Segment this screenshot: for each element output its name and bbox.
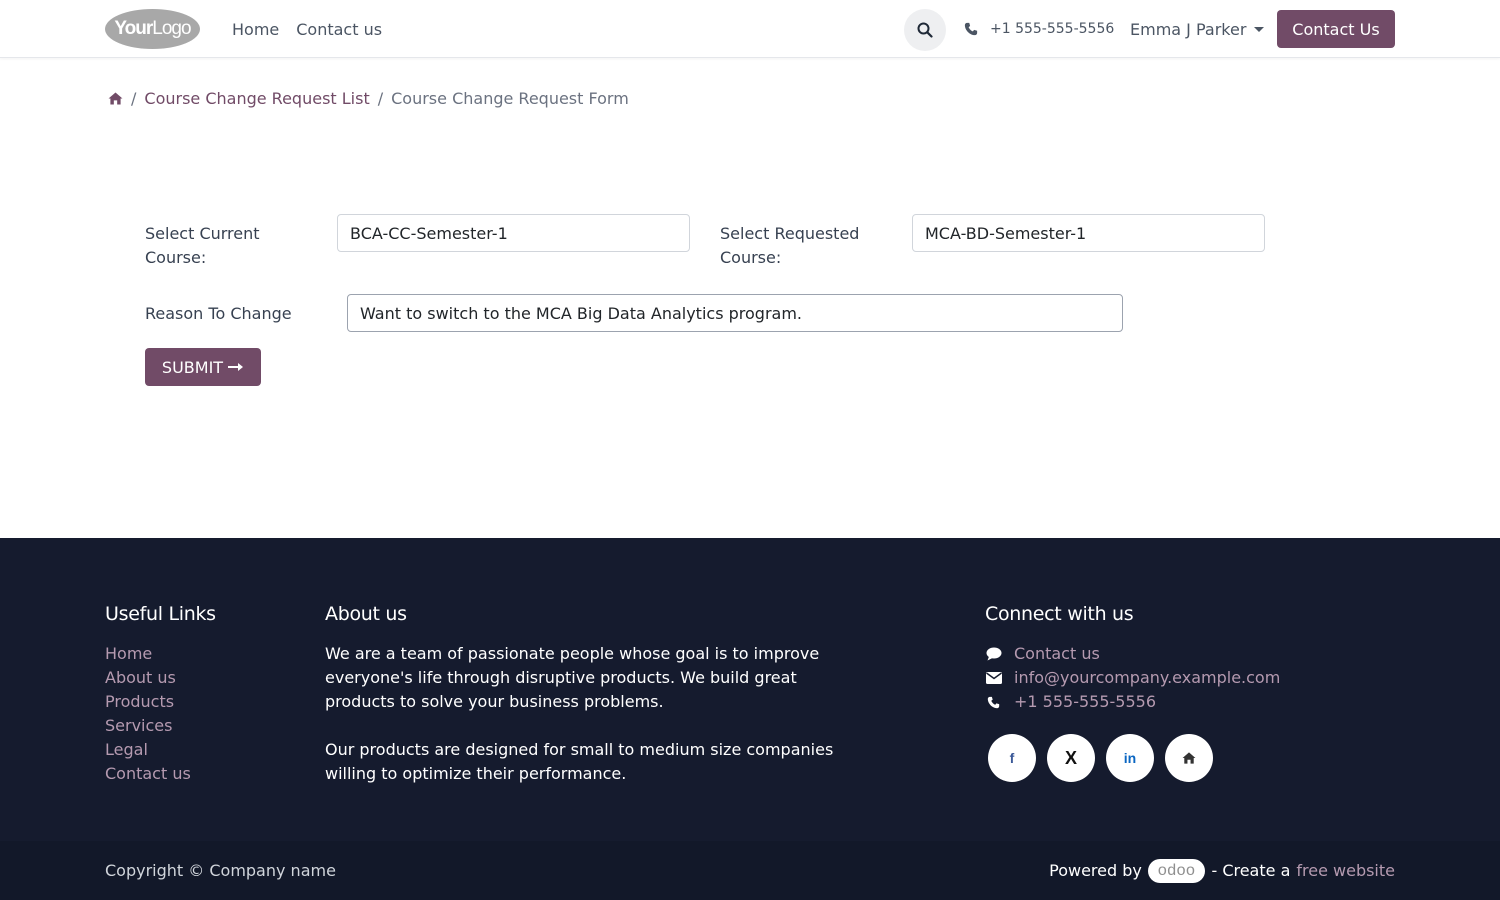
reason-label: Reason To Change [145, 304, 292, 323]
reason-input[interactable]: Want to switch to the MCA Big Data Analy… [347, 294, 1123, 332]
about-paragraph-1: We are a team of passionate people whose… [325, 644, 820, 711]
connect-title: Connect with us [985, 603, 1134, 625]
user-name: Emma J Parker [1130, 19, 1247, 39]
breadcrumb: / Course Change Request List / Course Ch… [108, 87, 629, 109]
site-header: YourLogo Home Contact us +1 555-555-5556… [0, 0, 1500, 58]
breadcrumb-separator: / [131, 88, 137, 108]
copyright-bar: Copyright © Company name Powered by odoo… [0, 841, 1500, 900]
create-a-label: - Create a [1211, 861, 1291, 880]
free-website-link[interactable]: free website [1296, 861, 1395, 880]
footer-link-products[interactable]: Products [105, 690, 191, 714]
copyright-text: Copyright © Company name [105, 861, 336, 880]
linkedin-icon[interactable]: in [1106, 734, 1154, 782]
connect-list: Contact us info@yourcompany.example.com … [985, 642, 1280, 714]
submit-label: SUBMIT [161, 357, 224, 377]
requested-course-label: Select Requested Course: [720, 224, 860, 267]
connect-email-link[interactable]: info@yourcompany.example.com [1014, 666, 1280, 690]
odoo-logo[interactable]: odoo [1147, 858, 1206, 883]
submit-button[interactable]: SUBMIT [145, 348, 261, 386]
social-links: f X in [988, 734, 1213, 782]
about-paragraph-2: Our products are designed for small to m… [325, 740, 834, 783]
breadcrumb-request-list[interactable]: Course Change Request List [144, 89, 369, 108]
footer-link-home[interactable]: Home [105, 642, 191, 666]
connect-contact-link[interactable]: Contact us [1014, 642, 1100, 666]
search-icon [917, 22, 933, 38]
current-course-select[interactable]: BCA-CC-Semester-1 [337, 214, 690, 252]
user-menu[interactable]: Emma J Parker [1130, 0, 1265, 58]
contact-us-button[interactable]: Contact Us [1277, 10, 1395, 48]
phone-icon [964, 22, 978, 36]
requested-course-select[interactable]: MCA-BD-Semester-1 [912, 214, 1265, 252]
chevron-down-icon [1254, 26, 1265, 32]
connect-phone-row[interactable]: +1 555-555-5556 [985, 690, 1280, 714]
home-icon[interactable] [108, 91, 123, 105]
site-footer: Useful Links Home About us Products Serv… [0, 538, 1500, 841]
header-phone[interactable]: +1 555-555-5556 [964, 0, 1114, 58]
home-icon[interactable] [1165, 734, 1213, 782]
breadcrumb-current: Course Change Request Form [391, 88, 629, 108]
connect-email-row[interactable]: info@yourcompany.example.com [985, 666, 1280, 690]
main-nav: Home Contact us [232, 0, 382, 58]
site-logo[interactable]: YourLogo [105, 9, 200, 49]
about-title: About us [325, 603, 407, 625]
x-twitter-icon[interactable]: X [1047, 734, 1095, 782]
nav-contact-us[interactable]: Contact us [296, 20, 382, 39]
nav-home[interactable]: Home [232, 20, 279, 39]
search-button[interactable] [904, 9, 946, 51]
facebook-icon[interactable]: f [988, 734, 1036, 782]
footer-link-services[interactable]: Services [105, 714, 191, 738]
footer-link-contact[interactable]: Contact us [105, 762, 191, 786]
current-course-label: Select Current Course: [145, 224, 260, 267]
about-text: We are a team of passionate people whose… [325, 642, 855, 786]
logo-text-bold: Your [114, 18, 153, 39]
header-phone-number: +1 555-555-5556 [990, 21, 1115, 37]
connect-contact-row[interactable]: Contact us [985, 642, 1280, 666]
logo-text: Logo [152, 18, 191, 39]
phone-icon [987, 696, 1000, 708]
useful-links-list: Home About us Products Services Legal Co… [105, 642, 191, 786]
comment-icon [986, 647, 1001, 661]
connect-phone-link[interactable]: +1 555-555-5556 [1014, 690, 1156, 714]
envelope-icon [985, 672, 1002, 684]
footer-link-legal[interactable]: Legal [105, 738, 191, 762]
useful-links-title: Useful Links [105, 603, 216, 625]
arrow-right-icon [228, 363, 244, 371]
powered-by: Powered by odoo - Create a free website [1049, 841, 1395, 900]
breadcrumb-separator: / [377, 88, 384, 108]
footer-link-about[interactable]: About us [105, 666, 191, 690]
powered-by-label: Powered by [1049, 861, 1142, 880]
